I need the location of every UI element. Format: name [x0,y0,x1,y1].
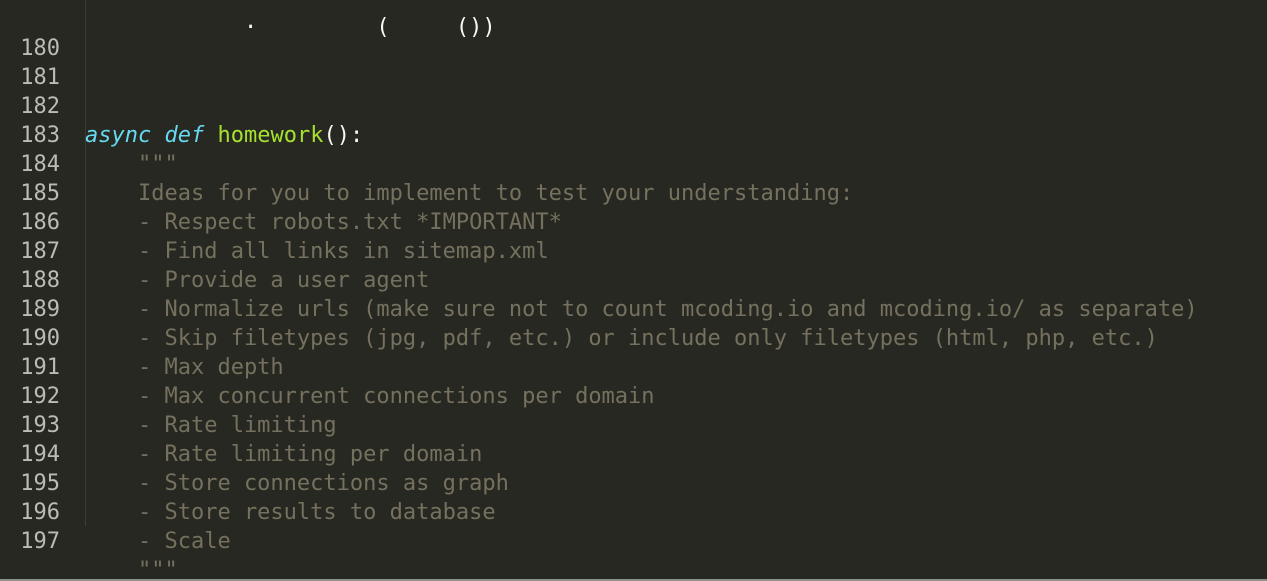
docstring-text: - Respect robots.txt *IMPORTANT* [85,210,562,235]
code-line[interactable]: 195 - Store results to database [0,440,495,525]
line-number: 197 [20,529,60,554]
keyword-async: async [85,123,152,148]
docstring-text: """ [85,152,178,177]
code-line[interactable]: 191 - Max concurrent connections per dom… [0,324,654,409]
code-line[interactable]: 183 """ [0,92,177,177]
docstring-text: - Skip filetypes (jpg, pdf, etc.) or inc… [85,326,1158,351]
code-line[interactable]: 185 - Respect robots.txt *IMPORTANT* [0,150,562,235]
code-line[interactable]: 197 """ [0,498,177,581]
code-line[interactable]: 187 - Provide a user agent [0,208,429,293]
docstring-text: Ideas for you to implement to test your … [85,181,854,206]
code-line[interactable]: 184 Ideas for you to implement to test y… [0,121,853,206]
function-signature-punctuation: (): [323,123,364,148]
docstring-text: - Provide a user agent [85,268,430,293]
docstring-text: - Rate limiting per domain [85,442,483,467]
code-editor[interactable]: · ( ()) 180 181 182 async def homework()… [0,0,1267,581]
code-line[interactable]: 186 - Find all links in sitemap.xml [0,179,548,264]
function-name: homework [217,123,324,148]
docstring-text: - Max concurrent connections per domain [85,384,655,409]
code-line[interactable]: 180 [0,5,60,61]
code-line[interactable]: 182 async def homework(): [0,63,363,148]
code-line[interactable]: 194 - Store connections as graph [0,411,509,496]
code-line[interactable]: 193 - Rate limiting per domain [0,382,482,467]
code-line[interactable]: 190 - Max depth [0,295,283,380]
docstring-text: - Normalize urls (make sure not to count… [85,297,1198,322]
keyword-def: def [164,123,205,148]
docstring-text: """ [85,558,178,581]
code-line[interactable]: 181 [0,34,60,90]
docstring-text: - Rate limiting [85,413,337,438]
code-text-partial: · ( ()) [85,15,509,40]
docstring-text: - Store connections as graph [85,471,509,496]
docstring-text: - Find all links in sitemap.xml [85,239,549,264]
code-line[interactable]: 192 - Rate limiting [0,353,336,438]
docstring-text: - Store results to database [85,500,496,525]
docstring-text: - Max depth [85,355,284,380]
code-line[interactable]: 196 - Scale [0,469,230,554]
function-definition: async def homework(): [85,121,363,150]
code-line[interactable]: 189 - Skip filetypes (jpg, pdf, etc.) or… [0,266,1158,351]
docstring-text: - Scale [85,529,231,554]
code-line[interactable]: 188 - Normalize urls (make sure not to c… [0,237,1197,322]
